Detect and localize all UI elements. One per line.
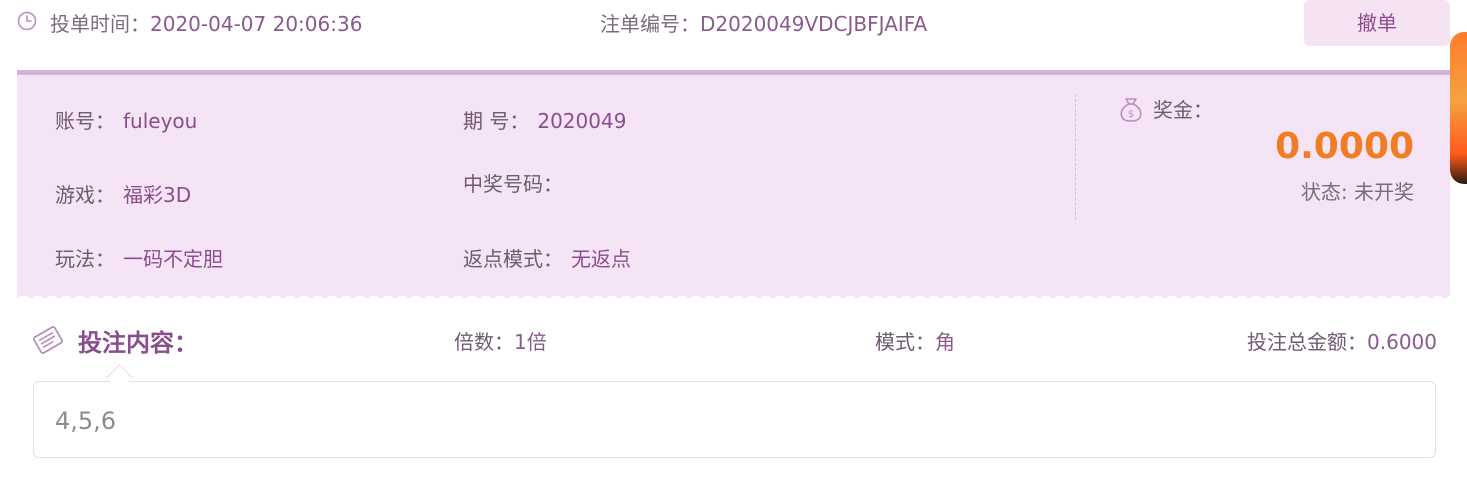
total-amount-label: 投注总金额： [1247, 330, 1368, 354]
mode-value: 角 [935, 330, 955, 354]
multiple-field: 倍数：1倍 [454, 329, 547, 355]
bet-slip-icon [32, 326, 64, 354]
play-value: 一码不定胆 [123, 247, 223, 271]
money-bag-icon: $ [1120, 98, 1142, 122]
clock-icon [17, 11, 37, 31]
order-header: 投单时间：2020-04-07 20:06:36 注单编号：D2020049VD… [0, 0, 1467, 50]
bet-time-label: 投单时间： [50, 12, 150, 36]
order-number-label: 注单编号： [600, 12, 700, 36]
svg-text:$: $ [1128, 109, 1134, 120]
bet-time: 投单时间：2020-04-07 20:06:36 [50, 11, 362, 37]
game-label: 游戏： [55, 183, 115, 207]
account-field: 账号： fuleyou [55, 108, 197, 134]
game-field: 游戏： 福彩3D [55, 182, 191, 208]
play-field: 玩法： 一码不定胆 [55, 246, 223, 272]
multiple-label: 倍数： [454, 330, 514, 354]
mode-label: 模式： [875, 330, 935, 354]
order-number: 注单编号：D2020049VDCJBFJAIFA [600, 11, 927, 37]
period-field: 期 号： 2020049 [463, 108, 626, 134]
bet-content-title: 投注内容： [78, 329, 198, 357]
order-number-value: D2020049VDCJBFJAIFA [700, 12, 928, 36]
account-value: fuleyou [123, 109, 198, 133]
winning-number-field: 中奖号码： [463, 171, 571, 197]
bet-time-value: 2020-04-07 20:06:36 [150, 12, 363, 36]
cancel-order-button[interactable]: 撤单 [1304, 0, 1450, 46]
rebate-field: 返点模式： 无返点 [463, 246, 631, 272]
order-info-panel [17, 70, 1450, 296]
total-amount-field: 投注总金额：0.6000 [1247, 329, 1437, 355]
rebate-value: 无返点 [571, 247, 631, 271]
rebate-label: 返点模式： [463, 247, 563, 271]
prize-amount: 0.0000 [1275, 126, 1414, 167]
winning-number-label: 中奖号码： [463, 172, 563, 196]
multiple-value: 1倍 [514, 330, 547, 354]
play-label: 玩法： [55, 247, 115, 271]
bet-numbers: 4,5,6 [55, 407, 117, 435]
account-label: 账号： [55, 109, 115, 133]
panel-zigzag-edge [17, 288, 1450, 298]
prize-label: 奖金： [1153, 98, 1213, 122]
period-label: 期 号： [463, 109, 530, 133]
mode-field: 模式：角 [875, 329, 955, 355]
period-value: 2020049 [537, 109, 627, 133]
draw-status: 状态: 未开奖 [1300, 180, 1414, 204]
bet-content-box [33, 381, 1436, 458]
side-banner-edge [1450, 32, 1467, 184]
game-value: 福彩3D [123, 183, 192, 207]
panel-divider [1075, 94, 1076, 220]
total-amount-value: 0.6000 [1367, 330, 1437, 354]
